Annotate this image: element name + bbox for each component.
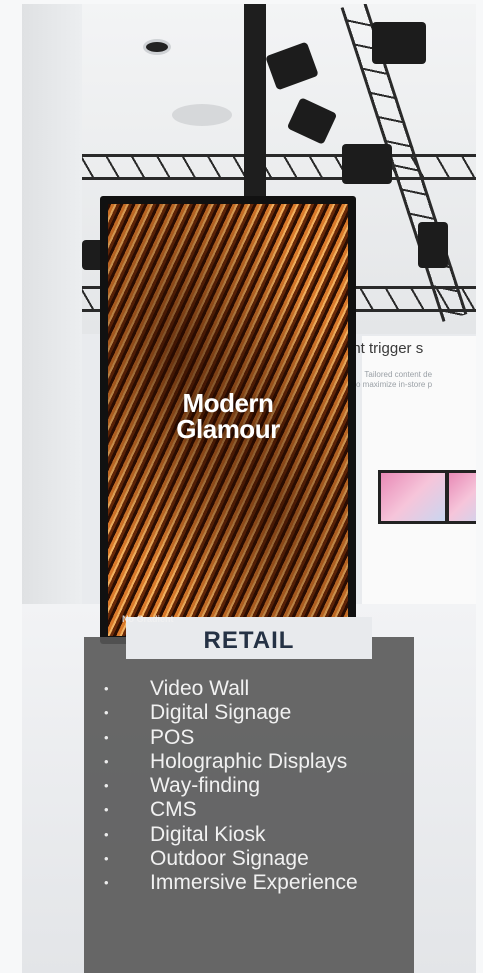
feature-item: • CMS: [100, 798, 358, 822]
feature-label: Outdoor Signage: [150, 847, 309, 871]
bullet-icon: •: [104, 851, 109, 867]
vertical-display: Modern Glamour: [100, 196, 356, 644]
bullet-icon: •: [104, 681, 109, 696]
stage-light: [418, 222, 448, 268]
screen-title-line: Modern: [182, 388, 274, 418]
feature-item: • Holographic Displays: [100, 750, 358, 774]
ceiling-downlight: [146, 42, 168, 52]
screen-title-line: Glamour: [176, 414, 280, 444]
bullet-icon: •: [104, 826, 109, 842]
bullet-icon: •: [104, 705, 109, 721]
feature-item: • Immersive Experience: [100, 871, 358, 895]
wall-tv: [378, 470, 448, 524]
bullet-icon: •: [104, 778, 109, 794]
watermark-text: No Gradient: [122, 614, 174, 624]
feature-label: CMS: [150, 798, 197, 822]
bullet-icon: •: [104, 875, 109, 891]
feature-label: Way-finding: [150, 774, 261, 798]
feature-label: Immersive Experience: [150, 871, 358, 895]
bullet-icon: •: [104, 753, 109, 769]
stage-light: [342, 144, 392, 184]
feature-label: Digital Signage: [150, 701, 292, 725]
bullet-icon: •: [104, 729, 109, 745]
feature-item: • Way-finding: [100, 774, 358, 798]
wall-subtext-line: Tailored content de: [364, 370, 433, 379]
screen-title: Modern Glamour: [108, 390, 348, 442]
bullet-icon: •: [104, 802, 109, 818]
section-label: RETAIL: [203, 627, 295, 654]
feature-item: • POS: [100, 726, 358, 750]
stage-light: [372, 22, 426, 64]
display-screen: Modern Glamour: [108, 204, 348, 636]
feature-item: • Digital Signage: [100, 701, 358, 725]
feature-item: • Video Wall: [100, 677, 358, 701]
ceiling-vent: [172, 104, 232, 126]
feature-item: • Digital Kiosk: [100, 823, 358, 847]
display-mount-pole: [244, 4, 266, 204]
wall-subtext-line: o maximize in-store p: [356, 380, 433, 389]
wall-subtext: Tailored content de o maximize in-store …: [356, 370, 432, 390]
feature-label: Holographic Displays: [150, 749, 348, 773]
wall-tv: [446, 470, 476, 524]
feature-item: • Outdoor Signage: [100, 847, 358, 871]
feature-list: • Video Wall • Digital Signage • POS • Holog…: [100, 677, 358, 896]
feature-label: Digital Kiosk: [150, 822, 266, 846]
feature-label: POS: [150, 725, 195, 749]
feature-label: Video Wall: [150, 677, 250, 700]
